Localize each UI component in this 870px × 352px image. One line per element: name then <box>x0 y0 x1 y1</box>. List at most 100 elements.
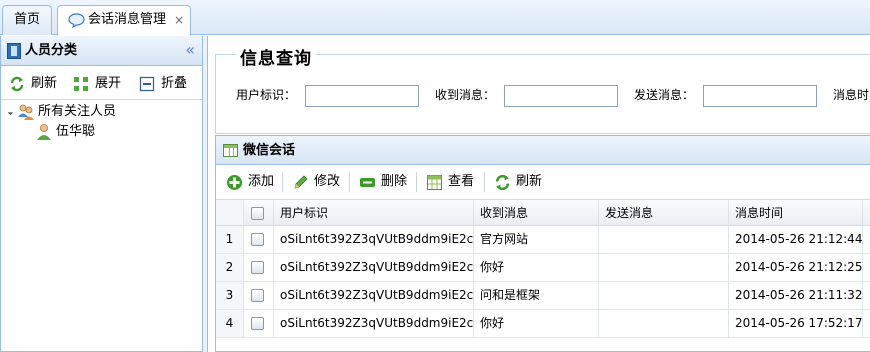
cell-time: 2014-05-26 21:12:25 <box>729 254 863 281</box>
table-row[interactable]: 3 oSiLnt6t392Z3qVUtB9ddm9iE2cs 问和是框架 201… <box>216 282 870 310</box>
table-row[interactable]: 4 oSiLnt6t392Z3qVUtB9ddm9iE2cs 你好 2014-0… <box>216 310 870 338</box>
checkbox[interactable] <box>251 289 264 302</box>
chat-bubble-icon <box>68 13 85 28</box>
cell-sent <box>599 254 729 281</box>
main-content: 信息查询 用户标识： 收到消息： 发送消息： 消息时 微信会话 添加 修改 删除… <box>209 36 870 352</box>
row-number: 2 <box>216 254 244 281</box>
toolbar-divider <box>416 172 417 192</box>
tree-expand-button[interactable]: 展开 <box>73 75 121 93</box>
row-number: 1 <box>216 226 244 253</box>
tree-toggle-icon[interactable] <box>4 106 14 116</box>
expand-icon <box>74 77 88 91</box>
tab-session-messages-label: 会话消息管理 <box>88 12 167 27</box>
row-number-header <box>216 200 244 225</box>
checkbox[interactable] <box>251 261 264 274</box>
checkbox[interactable] <box>251 207 264 220</box>
cell-sent <box>599 310 729 337</box>
column-header-received[interactable]: 收到消息 <box>474 200 599 225</box>
table-icon <box>223 144 238 157</box>
grid-title: 微信会话 <box>243 143 296 158</box>
tree-fold-button[interactable]: 折叠 <box>139 75 187 93</box>
cell-overflow <box>863 310 870 337</box>
edit-button[interactable]: 修改 <box>292 172 340 192</box>
sent-msg-label: 发送消息： <box>634 88 695 102</box>
data-table: 用户标识 收到消息 发送消息 消息时间 1 oSiLnt6t392Z3qVUtB… <box>216 199 870 338</box>
category-tree: 所有关注人员 伍华聪 <box>1 102 202 142</box>
tab-session-messages[interactable]: 会话消息管理 × <box>57 5 191 36</box>
cell-overflow <box>863 254 870 281</box>
collapse-box-icon <box>139 76 155 92</box>
refresh-icon <box>10 76 24 92</box>
row-checkbox[interactable] <box>244 254 274 281</box>
row-checkbox[interactable] <box>244 226 274 253</box>
tree-node-root[interactable]: 所有关注人员 <box>1 102 202 122</box>
cell-received: 你好 <box>474 254 599 281</box>
view-table-icon <box>427 175 442 190</box>
cell-received: 官方网站 <box>474 226 599 253</box>
tab-home[interactable]: 首页 <box>2 5 52 35</box>
tree-refresh-button[interactable]: 刷新 <box>9 75 57 93</box>
view-button[interactable]: 查看 <box>426 172 474 192</box>
query-form: 信息查询 用户标识： 收到消息： 发送消息： 消息时 <box>215 44 870 134</box>
cell-overflow <box>863 282 870 309</box>
column-header-overflow <box>863 200 870 225</box>
cell-sent <box>599 226 729 253</box>
left-panel: 人员分类 « 刷新 展开 折叠 所有关注人员 伍华聪 <box>0 36 203 352</box>
column-header-time[interactable]: 消息时间 <box>729 200 863 225</box>
panel-splitter[interactable] <box>203 36 208 352</box>
tab-home-label: 首页 <box>13 12 40 27</box>
checkbox[interactable] <box>251 317 264 330</box>
cell-overflow <box>863 226 870 253</box>
add-button[interactable]: 添加 <box>226 172 274 192</box>
toolbar-divider <box>484 172 485 192</box>
cell-user-id: oSiLnt6t392Z3qVUtB9ddm9iE2cs <box>274 226 474 253</box>
cell-received: 问和是框架 <box>474 282 599 309</box>
received-msg-label: 收到消息： <box>435 88 496 102</box>
table-header-row: 用户标识 收到消息 发送消息 消息时间 <box>216 199 870 226</box>
user-id-input[interactable] <box>305 85 419 107</box>
user-id-label: 用户标识： <box>236 88 297 102</box>
delete-button[interactable]: 删除 <box>359 172 407 192</box>
cell-time: 2014-05-26 21:12:44 <box>729 226 863 253</box>
tree-node-person-label: 伍华聪 <box>56 124 96 139</box>
toolbar-divider <box>349 172 350 192</box>
row-number: 4 <box>216 310 244 337</box>
table-row[interactable]: 2 oSiLnt6t392Z3qVUtB9ddm9iE2cs 你好 2014-0… <box>216 254 870 282</box>
refresh-icon <box>495 174 510 191</box>
collapse-icon[interactable]: « <box>185 40 195 59</box>
toolbar-divider <box>282 172 283 192</box>
cell-time: 2014-05-26 21:11:32 <box>729 282 863 309</box>
tree-node-root-label: 所有关注人员 <box>38 104 117 119</box>
checkbox[interactable] <box>251 233 264 246</box>
add-icon <box>227 175 242 190</box>
grid-header: 微信会话 <box>216 136 870 165</box>
query-legend: 信息查询 <box>236 44 316 69</box>
column-header-sent[interactable]: 发送消息 <box>599 200 729 225</box>
cell-user-id: oSiLnt6t392Z3qVUtB9ddm9iE2cs <box>274 310 474 337</box>
sent-msg-input[interactable] <box>703 85 817 107</box>
person-icon <box>37 124 51 140</box>
table-row[interactable]: 1 oSiLnt6t392Z3qVUtB9ddm9iE2cs 官方网站 2014… <box>216 226 870 254</box>
cell-sent <box>599 282 729 309</box>
left-panel-header: 人员分类 « <box>1 36 202 66</box>
received-msg-input[interactable] <box>504 85 618 107</box>
select-all-checkbox[interactable] <box>244 200 274 225</box>
row-checkbox[interactable] <box>244 282 274 309</box>
cell-time: 2014-05-26 17:52:17 <box>729 310 863 337</box>
column-header-user-id[interactable]: 用户标识 <box>274 200 474 225</box>
delete-icon <box>360 178 375 187</box>
tree-node-person[interactable]: 伍华聪 <box>1 122 202 142</box>
book-icon <box>7 43 21 59</box>
pencil-icon <box>294 175 308 189</box>
close-icon[interactable]: × <box>174 6 184 34</box>
grid-toolbar: 添加 修改 删除 查看 刷新 <box>216 165 870 198</box>
cell-user-id: oSiLnt6t392Z3qVUtB9ddm9iE2cs <box>274 282 474 309</box>
msg-time-label: 消息时 <box>833 88 870 102</box>
row-checkbox[interactable] <box>244 310 274 337</box>
grid-refresh-button[interactable]: 刷新 <box>494 172 542 192</box>
tab-strip: 首页 会话消息管理 × <box>0 0 870 36</box>
left-toolbar: 刷新 展开 折叠 <box>1 66 202 100</box>
left-panel-title: 人员分类 <box>25 43 78 58</box>
cell-received: 你好 <box>474 310 599 337</box>
wechat-session-grid: 微信会话 添加 修改 删除 查看 刷新 用户标识 收到消息 发送消息 消息时间 … <box>215 135 870 352</box>
